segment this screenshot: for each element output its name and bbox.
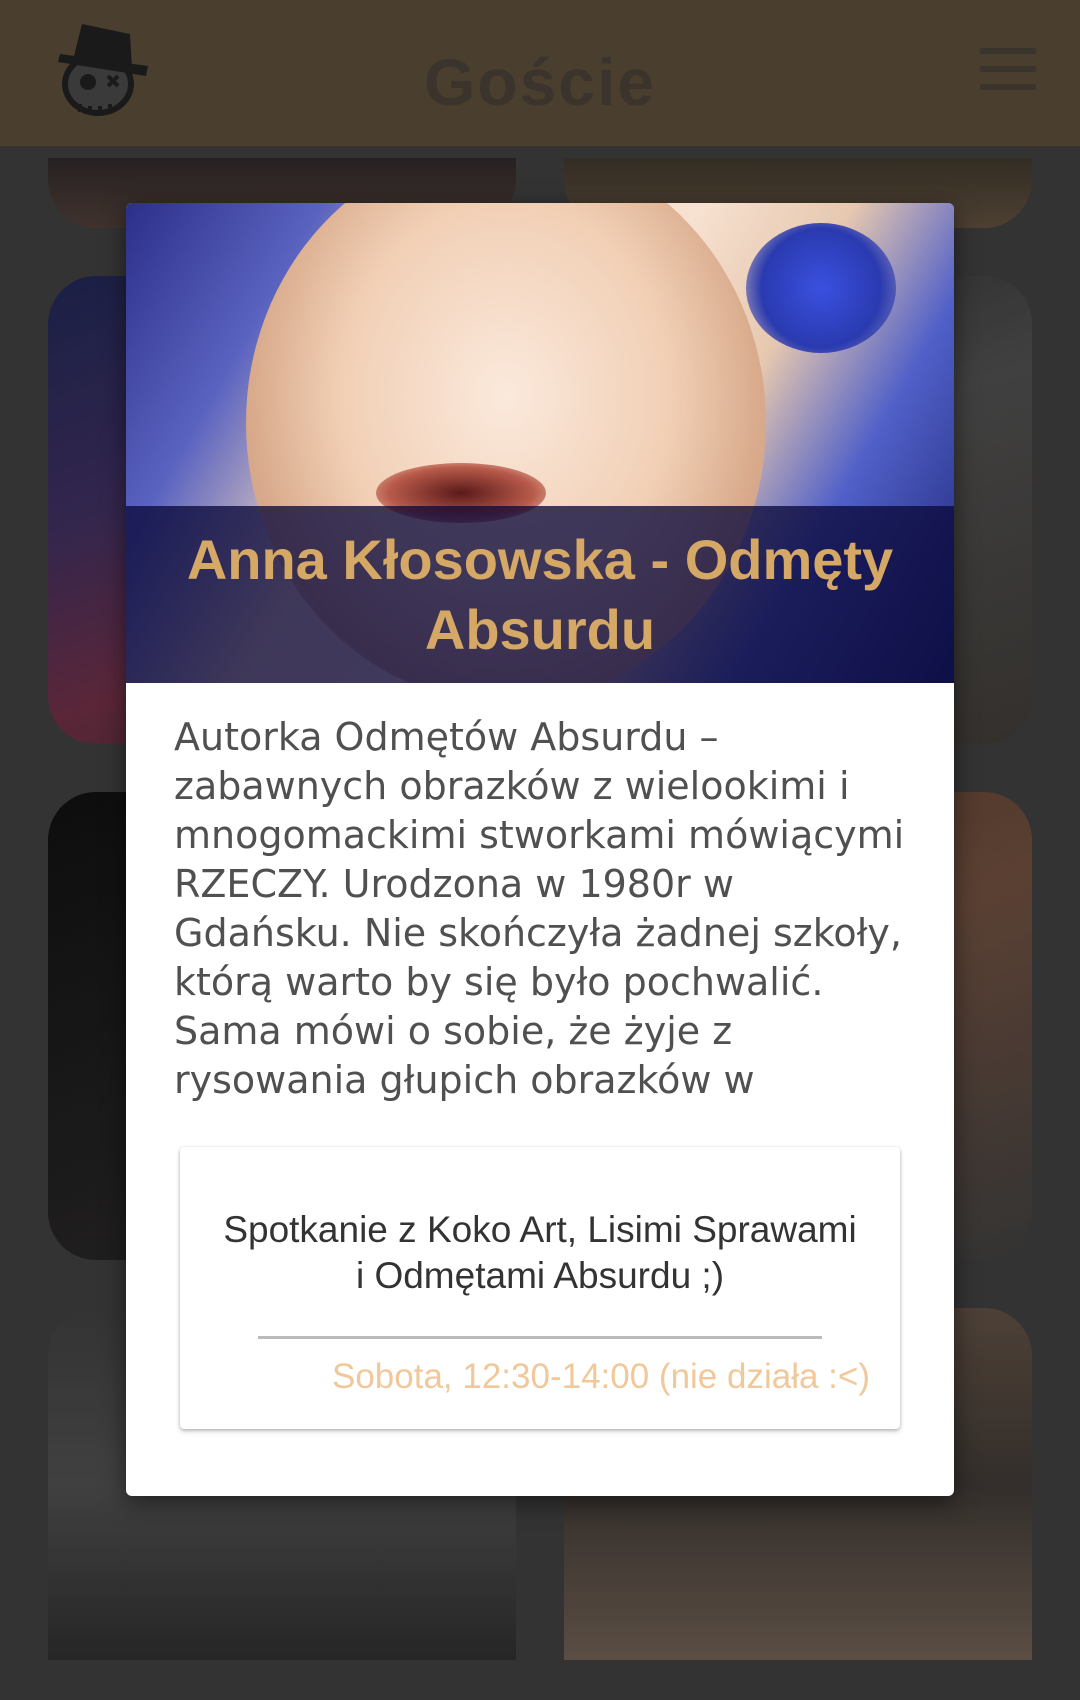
guest-name: Anna Kłosowska - Odmęty Absurdu — [186, 527, 894, 661]
page-title: Goście — [423, 45, 657, 119]
guest-details-dialog: Anna Kłosowska - Odmęty Absurdu Autorka … — [126, 203, 954, 1496]
guest-name-caption: Anna Kłosowska - Odmęty Absurdu — [126, 506, 954, 683]
event-card[interactable]: Spotkanie z Koko Art, Lisimi Sprawami i … — [180, 1147, 900, 1429]
guest-photo: Anna Kłosowska - Odmęty Absurdu — [126, 203, 954, 683]
divider — [258, 1336, 822, 1339]
guest-bio: Autorka Odmętów Absurdu – zabawnych obra… — [174, 715, 905, 1102]
app-bar: Goście — [0, 0, 1080, 146]
hamburger-menu-icon[interactable] — [980, 48, 1036, 92]
event-time: Sobota, 12:30-14:00 (nie działa :<) — [331, 1357, 870, 1396]
event-title: Spotkanie z Koko Art, Lisimi Sprawami i … — [223, 1209, 857, 1296]
